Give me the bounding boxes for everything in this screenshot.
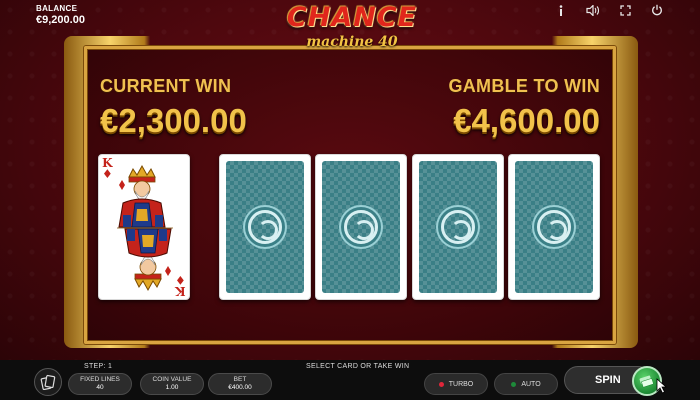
current-win-value: €2,300.00	[100, 102, 247, 139]
power-icon[interactable]	[648, 3, 666, 17]
auto-label: AUTO	[521, 380, 541, 388]
turbo-label: TURBO	[448, 380, 474, 388]
balance-value: €9,200.00	[36, 14, 85, 26]
bet-value: €400.00	[228, 384, 252, 391]
fixed-lines-label: FIXED LINES	[80, 376, 120, 383]
card-back-pattern	[419, 161, 497, 293]
mouse-pointer-icon	[656, 378, 668, 394]
sound-icon[interactable]	[584, 3, 602, 17]
current-win-label: CURRENT WIN	[100, 76, 232, 96]
fullscreen-icon[interactable]	[616, 3, 634, 17]
bet-selector[interactable]: BET €400.00	[208, 373, 272, 395]
card-back-pattern	[322, 161, 400, 293]
top-toolbar	[552, 3, 666, 17]
info-icon[interactable]	[552, 3, 570, 17]
bet-label: BET	[233, 376, 247, 383]
cards-icon	[40, 374, 56, 390]
face-down-card-3[interactable]	[412, 154, 504, 300]
turbo-toggle[interactable]: TURBO	[424, 373, 488, 395]
card-back-logo-icon	[344, 210, 378, 244]
balance-label: BALANCE	[36, 4, 78, 13]
card-back-pattern	[515, 161, 593, 293]
card-back-logo-icon	[248, 210, 282, 244]
card-index-bottom: K ♦	[175, 273, 186, 298]
card-back-logo-icon	[537, 210, 571, 244]
card-back-pattern	[226, 161, 304, 293]
card-suit: ♦	[102, 167, 113, 181]
fixed-lines-value: 40	[96, 384, 104, 391]
fixed-lines-display: FIXED LINES 40	[68, 373, 132, 395]
turbo-status-dot	[438, 381, 444, 387]
auto-button[interactable]: AUTO	[494, 373, 558, 395]
spin-label: SPIN	[595, 374, 621, 386]
coin-value-label: COIN VALUE	[152, 376, 192, 383]
face-down-card-4[interactable]	[508, 154, 600, 300]
card-index-top: K ♦	[102, 157, 113, 181]
game-logo: CHANCE machine 40	[262, 2, 442, 52]
step-indicator: STEP: 1	[84, 363, 113, 370]
coin-value-selector[interactable]: COIN VALUE 1.00	[140, 373, 204, 395]
face-down-card-2[interactable]	[315, 154, 407, 300]
paytable-button[interactable]	[34, 368, 62, 396]
face-down-card-1[interactable]	[219, 154, 311, 300]
gamble-to-win-label: GAMBLE TO WIN	[448, 76, 600, 96]
coin-value-value: 1.00	[165, 384, 179, 391]
instruction-text: SELECT CARD OR TAKE WIN	[306, 363, 410, 370]
logo-subtitle: machine 40	[306, 34, 398, 50]
dealer-card-king-of-diamonds: K ♦ K ♦	[98, 154, 190, 300]
card-suit: ♦	[175, 273, 186, 287]
logo-title: CHANCE	[286, 2, 418, 33]
card-back-logo-icon	[441, 210, 475, 244]
gamble-to-win-value: €4,600.00	[453, 102, 600, 139]
money-stack-icon	[639, 375, 654, 388]
auto-status-dot	[511, 381, 517, 387]
